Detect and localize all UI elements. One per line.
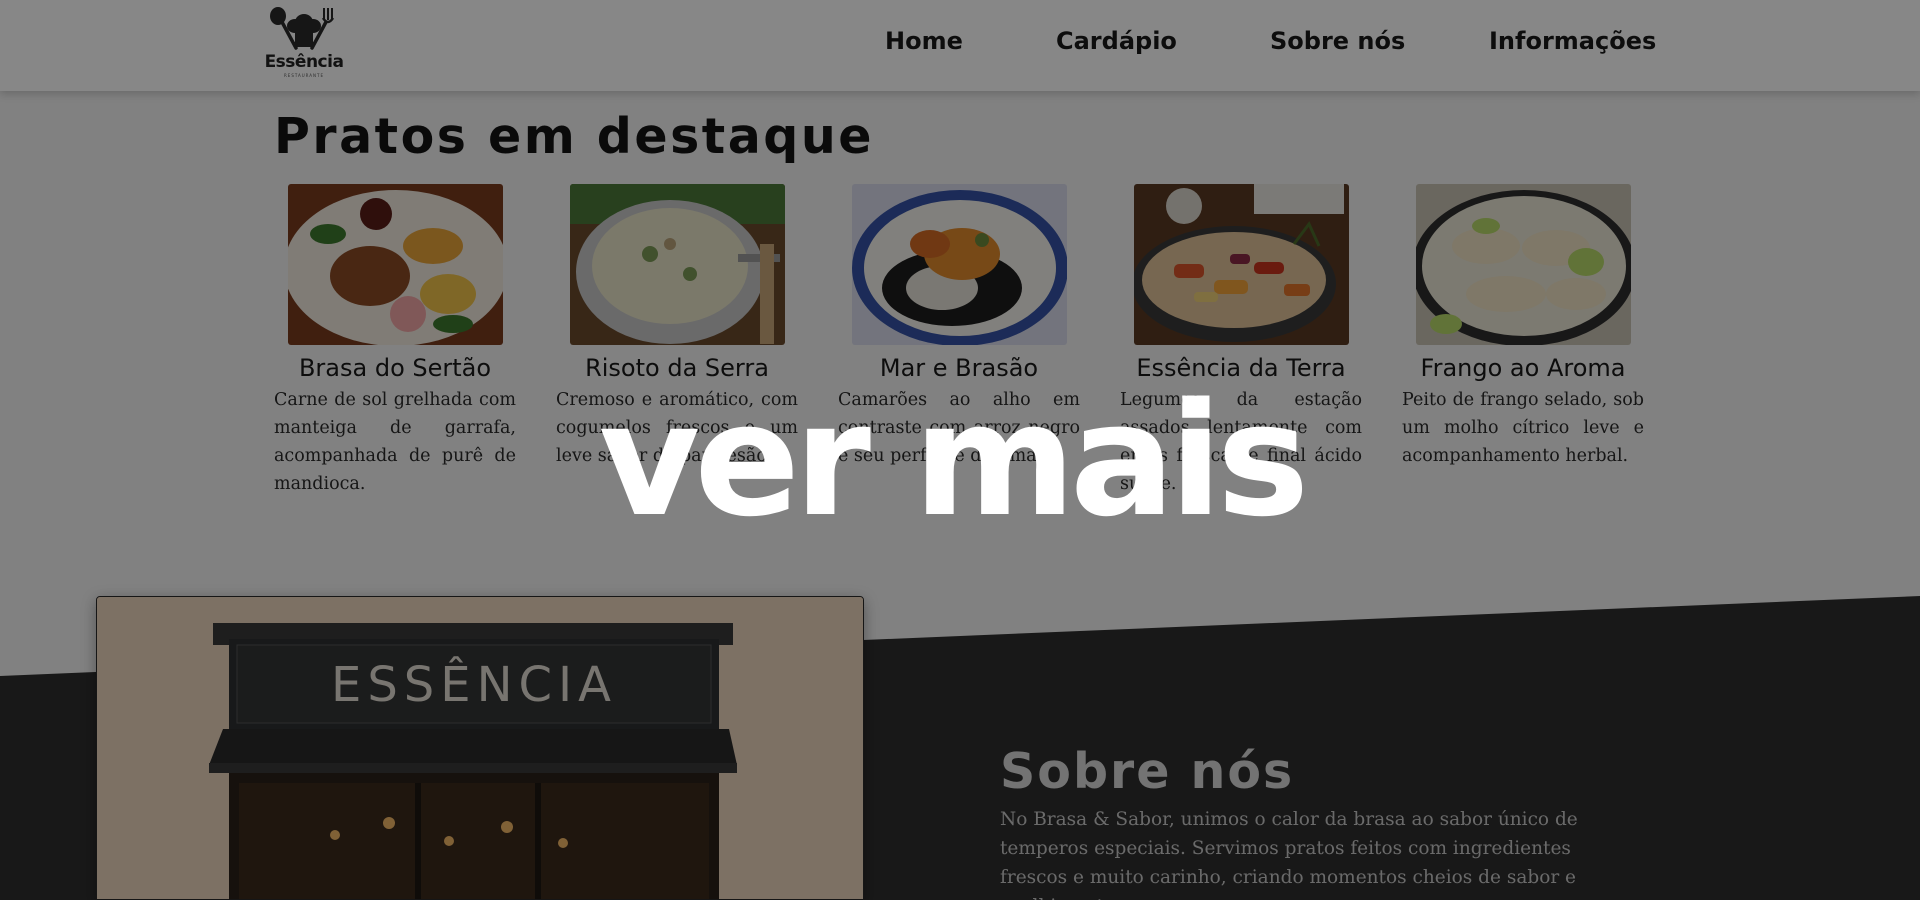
ver-mais-label: ver mais bbox=[598, 369, 1310, 551]
ver-mais-button[interactable]: ver mais bbox=[0, 380, 1920, 540]
